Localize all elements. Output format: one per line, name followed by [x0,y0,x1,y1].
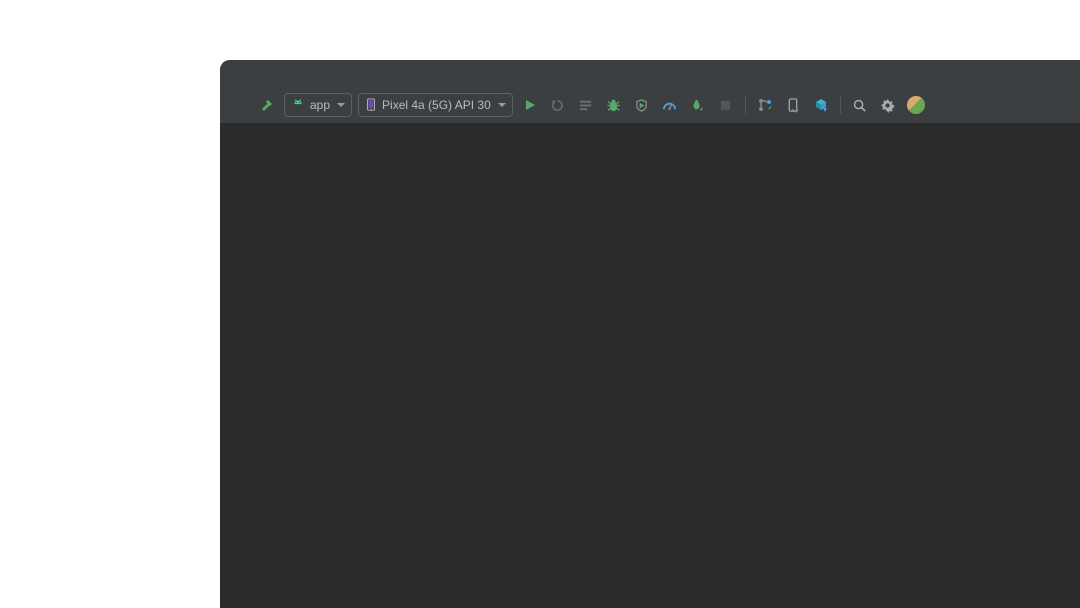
settings-button[interactable] [877,94,899,116]
ide-window: app Pixel 4a (5G) API 30 [220,60,1080,608]
hammer-icon [259,97,275,113]
git-branch-icon [757,97,773,113]
phone-icon [365,98,377,112]
module-selector[interactable]: app [284,93,352,117]
vcs-button[interactable] [754,94,776,116]
sync-project-button[interactable] [810,94,832,116]
apply-code-changes-icon [578,98,593,113]
main-toolbar: app Pixel 4a (5G) API 30 [220,87,1080,124]
coverage-button[interactable] [631,94,653,116]
debug-button[interactable] [603,94,625,116]
sync-project-icon [813,97,829,113]
attach-debugger-button[interactable] [687,94,709,116]
bug-icon [606,98,621,113]
gear-icon [880,98,895,113]
toolbar-separator [745,96,746,114]
toolbar-separator [840,96,841,114]
apply-changes-button[interactable] [547,94,569,116]
coverage-icon [634,98,649,113]
attach-debugger-icon [690,98,705,113]
chevron-down-icon [498,103,506,107]
run-button[interactable] [519,94,541,116]
device-manager-button[interactable] [782,94,804,116]
account-button[interactable] [905,94,927,116]
profiler-icon [662,98,677,113]
stop-button[interactable] [715,94,737,116]
profiler-button[interactable] [659,94,681,116]
build-button[interactable] [256,94,278,116]
search-icon [852,98,867,113]
module-selector-label: app [310,98,330,112]
device-selector-label: Pixel 4a (5G) API 30 [382,98,491,112]
chevron-down-icon [337,103,345,107]
apply-code-changes-button[interactable] [575,94,597,116]
device-selector[interactable]: Pixel 4a (5G) API 30 [358,93,513,117]
user-avatar [907,96,925,114]
apply-changes-icon [550,98,565,113]
device-manager-icon [786,98,800,113]
stop-icon [719,99,732,112]
editor-area [220,123,1080,608]
window-titlebar [220,60,1080,87]
search-button[interactable] [849,94,871,116]
android-icon [291,98,305,112]
run-icon [523,98,537,112]
